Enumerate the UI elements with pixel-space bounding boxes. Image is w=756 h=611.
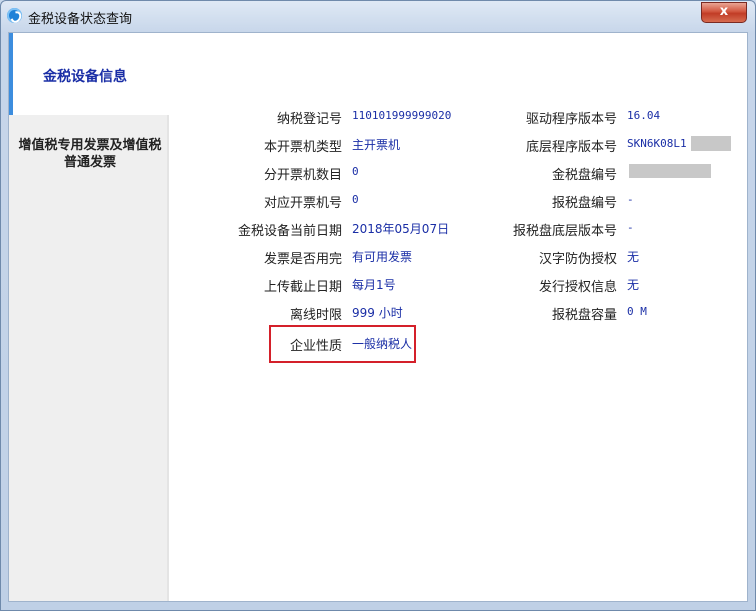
app-logo-icon <box>7 8 22 23</box>
title-bar[interactable]: 金税设备状态查询 x <box>1 1 755 31</box>
field-value: 110101999999020 <box>352 109 452 122</box>
tab-vat-invoices[interactable]: 增值税专用发票及增值税普通发票 <box>15 137 165 171</box>
field-label: 报税盘底层版本号 <box>512 224 617 239</box>
tab-tax-device-info[interactable]: 金税设备信息 <box>9 33 167 115</box>
field-value: 主开票机 <box>352 138 401 152</box>
field-label: 报税盘编号 <box>551 196 617 211</box>
field-value: 0 <box>352 165 359 178</box>
field-label: 汉字防伪授权 <box>538 252 617 267</box>
window-title: 金税设备状态查询 <box>28 12 133 27</box>
field-value: 0 <box>352 193 359 206</box>
field-label: 金税设备当前日期 <box>237 224 342 239</box>
tab-label: 金税设备信息 <box>43 69 127 85</box>
field-value: - <box>627 193 634 206</box>
field-label: 纳税登记号 <box>276 112 342 127</box>
field-label: 分开票机数目 <box>263 168 342 183</box>
redacted-block <box>629 164 711 178</box>
field-label: 对应开票机号 <box>263 196 342 211</box>
field-label: 发行授权信息 <box>538 280 617 295</box>
field-label: 驱动程序版本号 <box>525 112 617 127</box>
field-label: 底层程序版本号 <box>525 140 617 155</box>
field-label: 本开票机类型 <box>263 140 342 155</box>
client-area: 金税设备信息 增值税专用发票及增值税普通发票 纳税登记号 11010199999… <box>8 32 748 602</box>
field-label: 发票是否用完 <box>263 252 342 267</box>
field-value: 无 <box>627 278 640 292</box>
device-info-panel: 纳税登记号 110101999999020 本开票机类型 主开票机 分开票机数目… <box>167 33 747 601</box>
field-value: 有可用发票 <box>352 250 413 264</box>
field-value: 无 <box>627 250 640 264</box>
field-value: 999 小时 <box>352 306 403 320</box>
sidebar: 金税设备信息 增值税专用发票及增值税普通发票 <box>9 33 167 601</box>
app-window: 金税设备状态查询 x 金税设备信息 增值税专用发票及增值税普通发票 纳税登记号 … <box>0 0 756 611</box>
field-value: 0 M <box>627 305 647 318</box>
redacted-block <box>691 136 731 151</box>
field-value: 2018年05月07日 <box>352 222 450 236</box>
field-value: 每月1号 <box>352 278 396 292</box>
highlight-box <box>269 325 416 363</box>
field-label: 离线时限 <box>289 308 342 323</box>
field-label: 上传截止日期 <box>263 280 342 295</box>
field-value: - <box>627 221 634 234</box>
field-label: 报税盘容量 <box>551 308 617 323</box>
close-button[interactable]: x <box>701 2 747 23</box>
field-value: SKN6K08L1 <box>627 137 687 150</box>
field-label: 金税盘编号 <box>551 168 617 183</box>
tab-label: 增值税专用发票及增值税普通发票 <box>18 138 162 170</box>
field-value: 16.04 <box>627 109 661 122</box>
